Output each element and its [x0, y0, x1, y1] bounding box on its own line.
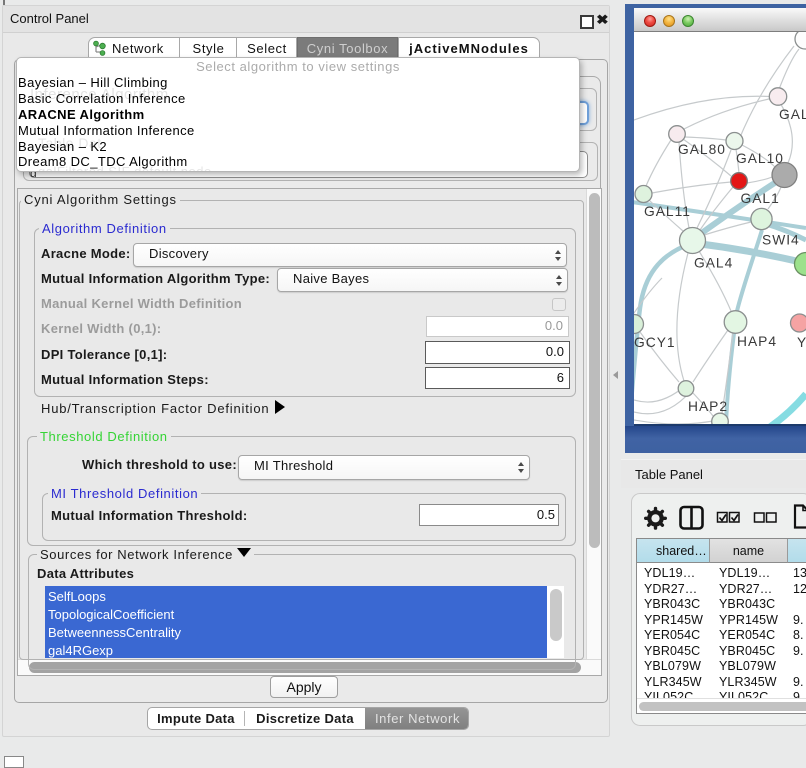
- svg-text:GAL80: GAL80: [678, 142, 726, 157]
- svg-text:GCY1: GCY1: [634, 335, 676, 350]
- svg-text:GAL1: GAL1: [741, 191, 780, 206]
- svg-text:HAP2: HAP2: [688, 399, 728, 414]
- svg-text:SWI4: SWI4: [762, 233, 800, 248]
- svg-text:GAL11: GAL11: [644, 204, 691, 219]
- svg-text:GAL10: GAL10: [736, 151, 784, 166]
- svg-text:GAL4: GAL4: [694, 256, 733, 271]
- svg-text:GAL7: GAL7: [779, 107, 806, 122]
- svg-text:Y: Y: [797, 335, 806, 350]
- svg-text:HAP4: HAP4: [737, 334, 777, 349]
